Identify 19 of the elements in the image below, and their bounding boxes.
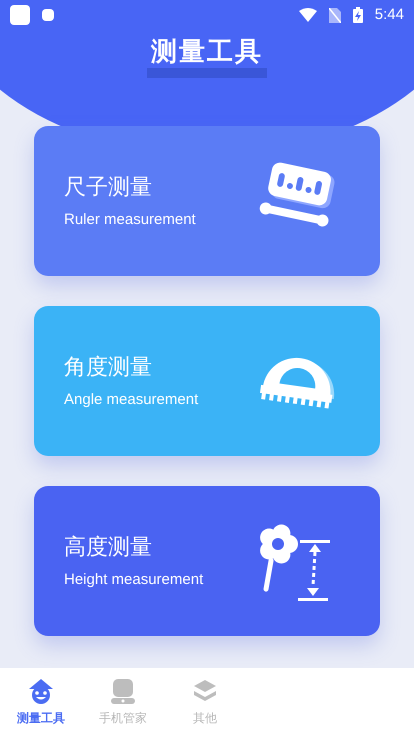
- card-title: 高度测量: [64, 533, 153, 562]
- card-subtitle: Height measurement: [64, 570, 204, 590]
- card-subtitle: Ruler measurement: [64, 210, 196, 230]
- page-title: 测量工具: [147, 34, 267, 78]
- card-title: 尺子测量: [64, 173, 153, 202]
- tool-card[interactable]: 角度测量 Angle measurement: [34, 306, 380, 456]
- nav-tab[interactable]: 测量工具: [0, 668, 82, 736]
- robot-face-icon: [27, 677, 55, 705]
- nav-tab[interactable]: 手机管家: [82, 668, 164, 736]
- card-title: 角度测量: [64, 353, 153, 382]
- card-subtitle: Angle measurement: [64, 390, 198, 410]
- app-notification-icon: [10, 5, 30, 25]
- tool-card[interactable]: 高度测量 Height measurement: [34, 486, 380, 636]
- tool-card[interactable]: 尺子测量 Ruler measurement: [34, 126, 380, 276]
- battery-charging-icon: [352, 7, 363, 23]
- device-icon: [109, 677, 137, 705]
- clock-time: 5:44: [374, 4, 404, 25]
- nav-tab[interactable]: 其他: [164, 668, 246, 736]
- wifi-icon: [298, 8, 317, 22]
